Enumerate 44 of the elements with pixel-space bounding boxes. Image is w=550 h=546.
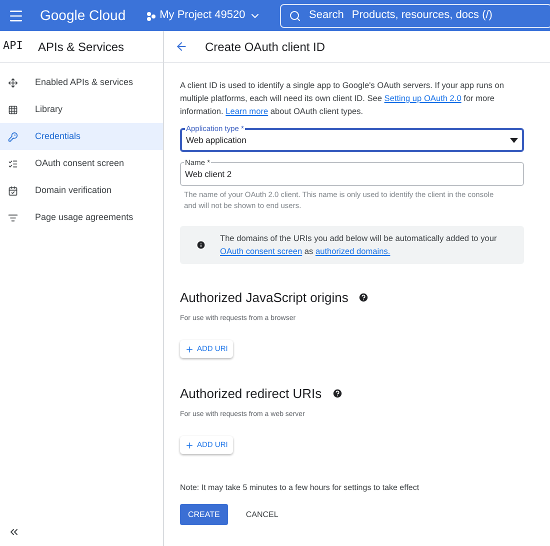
sidebar-title: APIs & Services [38,38,124,56]
intro-text: A client ID is used to identify a single app to Google's OAuth servers. If your app runs on multiple platforms, each will need its own client ID. See Setting up OAuth 2.0 for more information. Learn more about OAuth client types. [180,79,505,118]
search-placeholder: Products, resources, docs (/) [352,8,492,24]
sidebar-item[interactable]: Domain verification [0,177,163,204]
sidebar-item[interactable]: Credentials [0,123,163,150]
sidebar-item[interactable]: Library [0,96,163,123]
link[interactable]: OAuth consent screen [220,246,302,256]
help-icon[interactable] [358,292,370,304]
sidebar-item[interactable]: OAuth consent screen [0,150,163,177]
plus-icon [185,440,194,450]
create-button[interactable]: CREATE [180,504,228,525]
project-picker[interactable]: My Project 49520 [146,7,262,24]
move-arrows-icon [8,78,18,88]
help-icon[interactable] [332,388,343,400]
search-label: Search [309,8,344,24]
grid-icon [8,104,18,114]
cancel-button[interactable]: CANCEL [246,508,278,520]
page-title: Create OAuth client ID [205,38,326,56]
search-field[interactable]: Search Products, resources, docs (/) [280,4,550,28]
section-heading: Authorized redirect URIs [180,385,322,403]
notice-text: The domains of the URIs you add below will be automatically added to your OAuth consent screen as authorized domains. [220,232,498,258]
plus-icon [185,344,194,354]
section-heading: Authorized JavaScript origins [180,289,348,307]
name-value: Web client 2 [185,168,232,180]
back-icon[interactable] [175,40,188,53]
dropdown-caret-icon [510,138,518,142]
link[interactable]: Setting up OAuth 2.0 [384,93,462,103]
calendar-check-icon [8,186,18,196]
menu-icon[interactable] [8,8,24,24]
note-text: Note: It may take 5 minutes to a few hours for settings to take effect [180,482,420,494]
info-icon [196,240,206,250]
sidebar-item[interactable]: Enabled APIs & services [0,69,163,96]
project-icon [146,10,156,20]
collapse-icon[interactable] [8,526,20,538]
select-value: Web application [186,134,246,146]
filter-list-icon [8,212,18,222]
checklist-icon [8,158,18,168]
link[interactable]: Learn more [226,106,268,116]
link[interactable]: authorized domains. [315,246,390,256]
key-icon [8,132,18,142]
search-icon [289,10,301,22]
api-label: API [3,38,24,54]
logo: Google Cloud [40,6,126,25]
sidebar-item[interactable]: Page usage agreements [0,204,163,231]
